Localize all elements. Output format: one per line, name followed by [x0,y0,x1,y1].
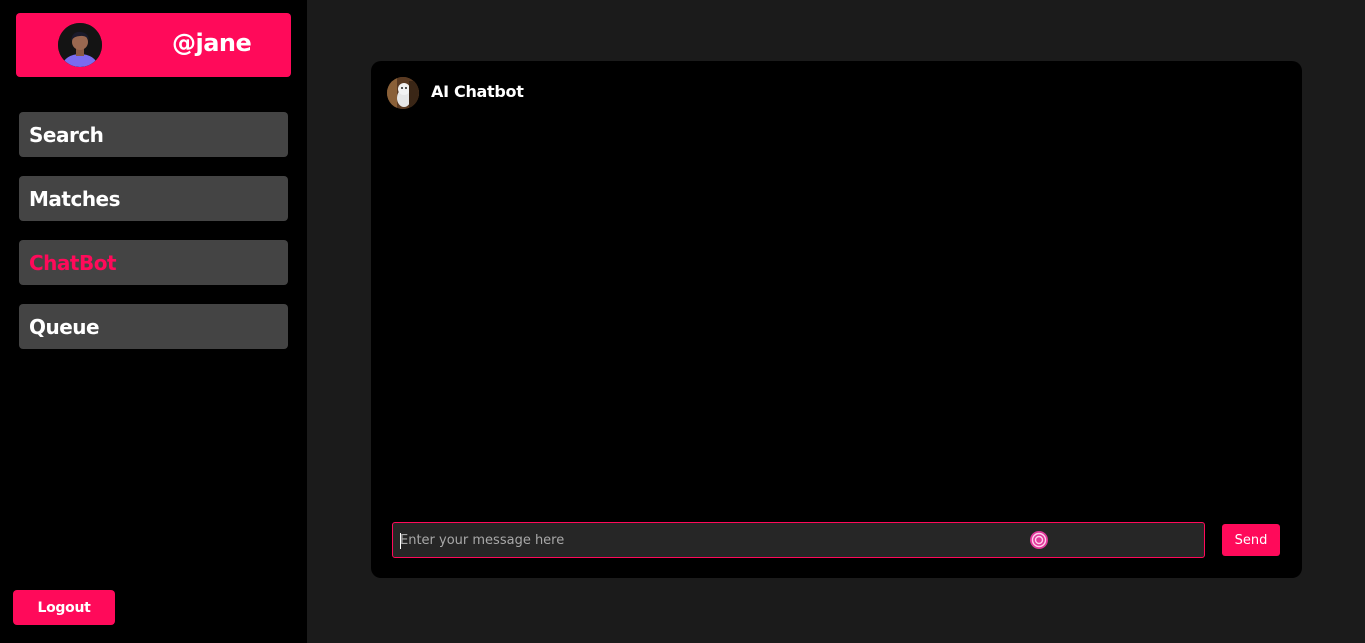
chat-panel: AI Chatbot Send [371,61,1302,578]
logout-button[interactable]: Logout [13,590,115,625]
profile-card[interactable]: @jane [16,13,291,77]
grammar-assistant-icon[interactable] [1029,530,1049,550]
message-input[interactable] [393,523,1204,557]
sidebar: @jane Search Matches ChatBot Queue Logou… [0,0,307,643]
text-caret [400,533,401,549]
nav-item-chatbot[interactable]: ChatBot [19,240,288,285]
nav-item-label: ChatBot [29,250,117,275]
user-avatar-icon [58,23,102,67]
chat-title: AI Chatbot [431,82,524,101]
message-list [387,121,1286,561]
username: @jane [172,29,252,57]
nav-item-label: Search [29,122,104,147]
nav-item-queue[interactable]: Queue [19,304,288,349]
nav-item-label: Matches [29,186,121,211]
send-button[interactable]: Send [1222,524,1280,556]
nav-item-search[interactable]: Search [19,112,288,157]
app-root: @jane Search Matches ChatBot Queue Logou… [0,0,1365,643]
bot-avatar-icon [387,77,419,109]
message-input-container [392,522,1205,558]
nav-item-label: Queue [29,314,100,339]
nav-item-matches[interactable]: Matches [19,176,288,221]
